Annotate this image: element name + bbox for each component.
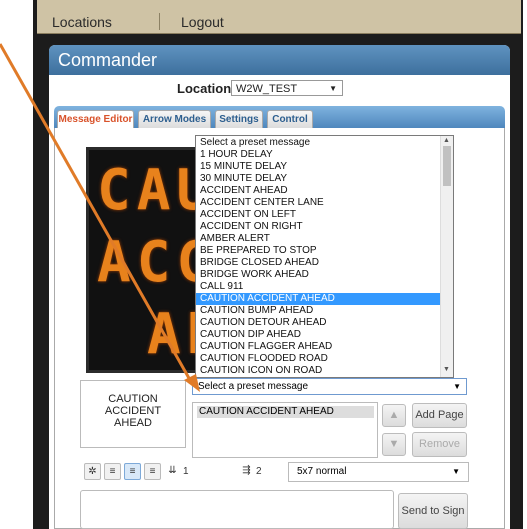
move-down-button[interactable]: ▼ bbox=[382, 433, 406, 456]
location-select-value: W2W_TEST bbox=[236, 83, 298, 95]
font-select[interactable]: 5x7 normal ▼ bbox=[288, 462, 469, 482]
dropdown-option[interactable]: 30 MINUTE DELAY bbox=[196, 173, 453, 185]
tab-strip: Message Editor Arrow Modes Settings Cont… bbox=[54, 106, 505, 128]
tab-message-editor[interactable]: Message Editor bbox=[57, 110, 134, 128]
scroll-down-icon[interactable]: ▼ bbox=[443, 366, 450, 373]
preview-line-3: AHEAD bbox=[114, 417, 152, 429]
dropdown-option[interactable]: ACCIDENT CENTER LANE bbox=[196, 197, 453, 209]
dropdown-option[interactable]: AMBER ALERT bbox=[196, 233, 453, 245]
chevron-down-icon: ▼ bbox=[452, 467, 460, 476]
flash-icon[interactable]: ✲ bbox=[84, 463, 101, 480]
dropdown-option[interactable]: CAUTION FLOODED ROAD bbox=[196, 353, 453, 365]
location-select[interactable]: W2W_TEST ▼ bbox=[231, 80, 343, 96]
page-list-item[interactable]: CAUTION ACCIDENT AHEAD bbox=[197, 406, 374, 418]
remove-page-button[interactable]: Remove bbox=[412, 432, 467, 457]
align-left-icon[interactable]: ≡ bbox=[104, 463, 121, 480]
dropdown-option[interactable]: BRIDGE WORK AHEAD bbox=[196, 269, 453, 281]
dropdown-scrollbar[interactable]: ▲ ▼ bbox=[440, 136, 453, 377]
tab-control[interactable]: Control bbox=[267, 110, 313, 128]
led-sign-preview: CAU ACCI AH bbox=[86, 147, 206, 373]
dropdown-option[interactable]: CAUTION ICON ON ROAD bbox=[196, 365, 453, 377]
char-spacing-icon: ⇶ bbox=[242, 465, 251, 476]
line-spacing-value[interactable]: 1 bbox=[183, 466, 189, 477]
preview-line-1: CAUTION bbox=[108, 393, 158, 405]
scrollbar-thumb[interactable] bbox=[443, 146, 451, 186]
nav-separator bbox=[159, 13, 160, 30]
tab-arrow-modes[interactable]: Arrow Modes bbox=[138, 110, 211, 128]
dropdown-option[interactable]: CAUTION BUMP AHEAD bbox=[196, 305, 453, 317]
dropdown-option[interactable]: BRIDGE CLOSED AHEAD bbox=[196, 257, 453, 269]
message-input[interactable] bbox=[80, 490, 394, 529]
page-text-preview: CAUTION ACCIDENT AHEAD bbox=[80, 380, 186, 448]
panel-title: Commander bbox=[58, 50, 158, 70]
dropdown-option[interactable]: ACCIDENT AHEAD bbox=[196, 185, 453, 197]
align-right-icon[interactable]: ≡ bbox=[144, 463, 161, 480]
line-spacing-icon: ⇊ bbox=[168, 465, 177, 476]
preview-line-2: ACCIDENT bbox=[104, 405, 162, 417]
top-nav-bar: Locations Logout bbox=[37, 0, 521, 34]
move-up-button[interactable]: ▲ bbox=[382, 404, 406, 427]
send-to-sign-button[interactable]: Send to Sign bbox=[398, 493, 468, 529]
dropdown-option-highlighted[interactable]: CAUTION ACCIDENT AHEAD bbox=[196, 293, 453, 305]
dropdown-option[interactable]: CAUTION DIP AHEAD bbox=[196, 329, 453, 341]
add-page-button[interactable]: Add Page bbox=[412, 403, 467, 428]
dropdown-option[interactable]: BE PREPARED TO STOP bbox=[196, 245, 453, 257]
panel-header: Commander bbox=[49, 45, 510, 75]
dropdown-option[interactable]: Select a preset message bbox=[196, 137, 453, 149]
char-spacing-value[interactable]: 2 bbox=[256, 466, 262, 477]
dropdown-option[interactable]: ACCIDENT ON RIGHT bbox=[196, 221, 453, 233]
preset-select-value: Select a preset message bbox=[198, 381, 309, 392]
dropdown-option[interactable]: 1 HOUR DELAY bbox=[196, 149, 453, 161]
dropdown-option[interactable]: CAUTION DETOUR AHEAD bbox=[196, 317, 453, 329]
align-center-icon[interactable]: ≡ bbox=[124, 463, 141, 480]
chevron-down-icon: ▼ bbox=[329, 84, 337, 93]
sign-line-1: CAU bbox=[97, 158, 206, 223]
chevron-down-icon: ▼ bbox=[453, 382, 461, 391]
dropdown-option[interactable]: CALL 911 bbox=[196, 281, 453, 293]
dropdown-option[interactable]: ACCIDENT ON LEFT bbox=[196, 209, 453, 221]
location-label: Location bbox=[177, 81, 232, 96]
preset-message-dropdown-list[interactable]: Select a preset message 1 HOUR DELAY 15 … bbox=[195, 135, 454, 378]
nav-locations-link[interactable]: Locations bbox=[52, 14, 112, 30]
scroll-up-icon[interactable]: ▲ bbox=[443, 137, 450, 144]
preset-message-select[interactable]: Select a preset message ▼ bbox=[192, 378, 467, 395]
nav-logout-link[interactable]: Logout bbox=[181, 14, 224, 30]
tab-settings[interactable]: Settings bbox=[215, 110, 263, 128]
dropdown-option[interactable]: CAUTION FLAGGER AHEAD bbox=[196, 341, 453, 353]
dropdown-option[interactable]: 15 MINUTE DELAY bbox=[196, 161, 453, 173]
pages-list[interactable]: CAUTION ACCIDENT AHEAD bbox=[192, 402, 378, 458]
sign-line-2: ACCI bbox=[97, 230, 203, 295]
font-select-value: 5x7 normal bbox=[297, 466, 347, 477]
